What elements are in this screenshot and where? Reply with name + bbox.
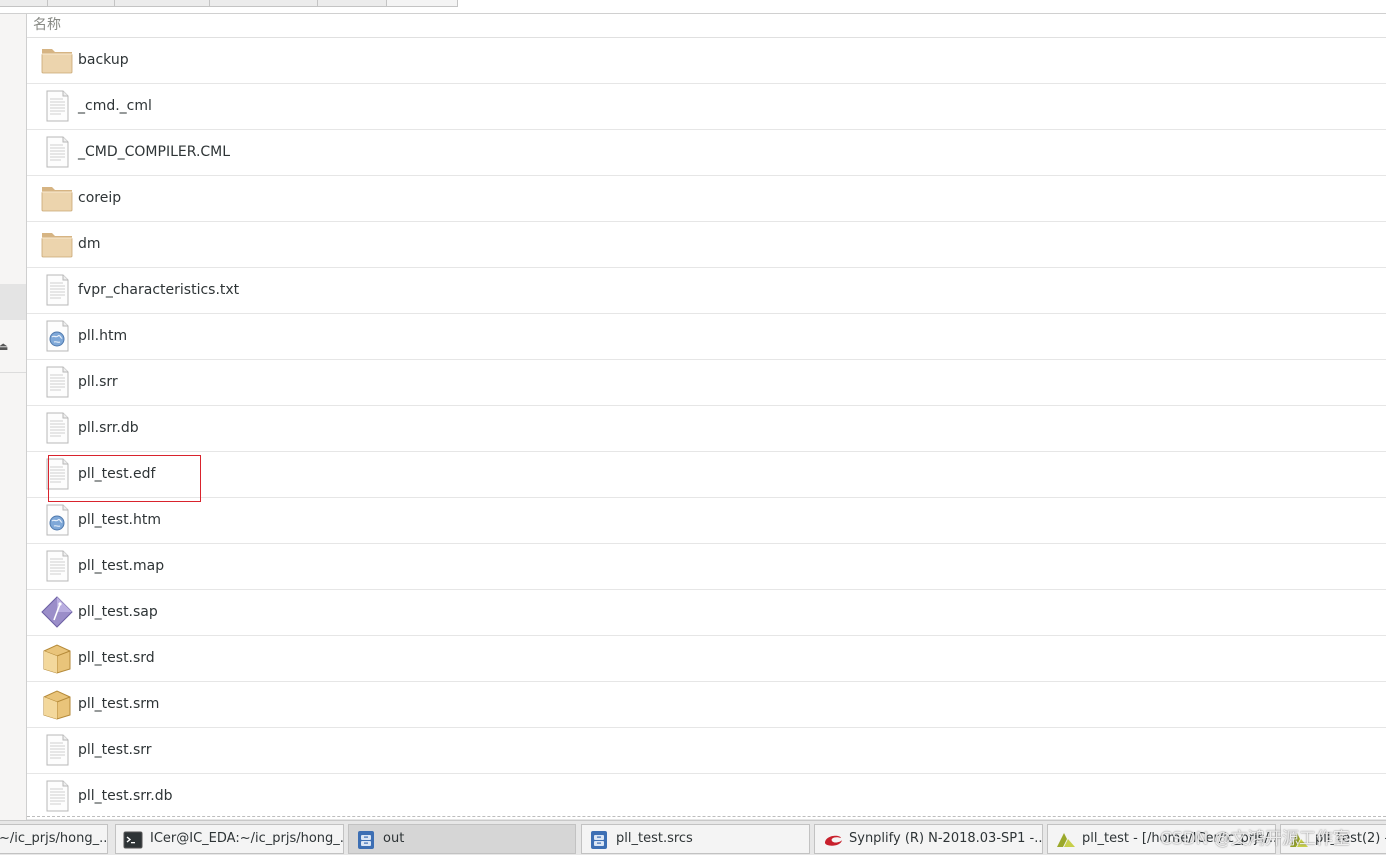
taskbar-item-label: out (383, 831, 405, 846)
taskbar-item-terminal[interactable]: ICer@IC_EDA:~/ic_prjs/hong_... (115, 824, 344, 854)
sidebar-divider (0, 372, 26, 373)
folder-icon (41, 44, 73, 76)
file-name: pll.srr (78, 374, 118, 390)
file-row[interactable]: pll.srr.db (27, 406, 1386, 452)
path-segment[interactable] (47, 0, 115, 7)
text-file-icon (41, 90, 73, 122)
taskbar-item-vivado-2[interactable]: pll_test(2) -... (1280, 824, 1386, 854)
file-manager-icon (589, 830, 609, 850)
taskbar-item-label: ~/ic_prjs/hong_... (0, 831, 108, 846)
eject-icon[interactable]: ⏏ (0, 340, 8, 353)
file-row[interactable]: pll_test.srr.db (27, 774, 1386, 820)
taskbar-item-pll-test-srcs[interactable]: pll_test.srcs (581, 824, 810, 854)
file-row[interactable]: backup (27, 38, 1386, 84)
file-row[interactable]: pll_test.srd (27, 636, 1386, 682)
text-file-icon (41, 412, 73, 444)
text-file-icon (41, 136, 73, 168)
terminal-icon (123, 830, 143, 850)
taskbar-item-label: ICer@IC_EDA:~/ic_prjs/hong_... (150, 831, 344, 846)
file-name: dm (78, 236, 101, 252)
file-row[interactable]: pll_test.htm (27, 498, 1386, 544)
taskbar-item-terminal-partial[interactable]: ~/ic_prjs/hong_... (0, 824, 108, 854)
package-file-icon (41, 642, 73, 674)
file-row[interactable]: pll.srr (27, 360, 1386, 406)
file-row[interactable]: pll_test.edf (27, 452, 1386, 498)
file-name: coreip (78, 190, 122, 206)
taskbar-item-label: pll_test.srcs (616, 831, 693, 846)
file-name: pll_test.srr.db (78, 788, 173, 804)
file-name: pll_test.srm (78, 696, 160, 712)
file-row[interactable]: _cmd._cml (27, 84, 1386, 130)
file-row[interactable]: pll_test.srr (27, 728, 1386, 774)
file-row[interactable]: pll_test.srm (27, 682, 1386, 728)
path-segment[interactable] (114, 0, 210, 7)
taskbar-item-vivado[interactable]: pll_test - [/home/ICer/ic_prjs/... (1047, 824, 1276, 854)
file-manager-window: ⏏ 名称 backup _cmd._cml _CMD_COMPILER.CMLcor… (0, 0, 1386, 855)
taskbar-item-out[interactable]: out (348, 824, 576, 854)
file-name: _cmd._cml (78, 98, 152, 114)
text-file-icon (41, 734, 73, 766)
path-segment[interactable] (317, 0, 387, 7)
package-file-icon (41, 688, 73, 720)
file-manager-icon (356, 830, 376, 850)
path-segment[interactable] (209, 0, 318, 7)
file-row[interactable]: _CMD_COMPILER.CML (27, 130, 1386, 176)
text-file-icon (41, 366, 73, 398)
text-file-icon (41, 274, 73, 306)
file-rows: backup _cmd._cml _CMD_COMPILER.CMLcoreip dm… (27, 38, 1386, 820)
file-name: pll_test.htm (78, 512, 162, 528)
vivado-icon (1055, 830, 1075, 850)
taskbar-item-label: pll_test - [/home/ICer/ic_prjs/... (1082, 831, 1276, 846)
file-row[interactable]: dm (27, 222, 1386, 268)
file-name: pll_test.srd (78, 650, 155, 666)
sidebar-selected-place[interactable] (0, 284, 26, 320)
synplify-icon (822, 830, 842, 850)
file-name: fvpr_characteristics.txt (78, 282, 240, 298)
sap-file-icon (41, 596, 73, 628)
text-file-icon (41, 458, 73, 490)
file-row[interactable]: fvpr_characteristics.txt (27, 268, 1386, 314)
vivado-icon (1288, 830, 1308, 850)
file-list: 名称 backup _cmd._cml _CMD_COMPILER.CMLcorei… (27, 14, 1386, 820)
file-name: _CMD_COMPILER.CML (78, 144, 231, 160)
text-file-icon (41, 550, 73, 582)
file-row[interactable]: coreip (27, 176, 1386, 222)
file-row[interactable]: pll_test.map (27, 544, 1386, 590)
folder-icon (41, 182, 73, 214)
file-name: pll_test.sap (78, 604, 158, 620)
path-segment[interactable] (0, 0, 48, 7)
file-name: pll.srr.db (78, 420, 139, 436)
file-name: pll.htm (78, 328, 128, 344)
taskbar-item-synplify[interactable]: Synplify (R) N-2018.03-SP1 -... (814, 824, 1043, 854)
file-name: pll_test.edf (78, 466, 156, 482)
taskbar: ~/ic_prjs/hong_... ICer@IC_EDA:~/ic_prjs… (0, 820, 1386, 855)
file-name: pll_test.map (78, 558, 165, 574)
file-row[interactable]: pll_test.sap (27, 590, 1386, 636)
file-name: backup (78, 52, 129, 68)
path-segment[interactable] (386, 0, 458, 7)
file-row[interactable]: pll.htm (27, 314, 1386, 360)
file-name: pll_test.srr (78, 742, 152, 758)
html-file-icon (41, 504, 73, 536)
list-bottom-divider (27, 816, 1386, 817)
taskbar-item-label: pll_test(2) -... (1315, 831, 1386, 846)
html-file-icon (41, 320, 73, 352)
path-bar (0, 0, 1386, 14)
folder-icon (41, 228, 73, 260)
places-sidebar: ⏏ (0, 14, 27, 820)
name-column-header[interactable]: 名称 (27, 14, 1386, 38)
taskbar-item-label: Synplify (R) N-2018.03-SP1 -... (849, 831, 1043, 846)
text-file-icon (41, 780, 73, 812)
